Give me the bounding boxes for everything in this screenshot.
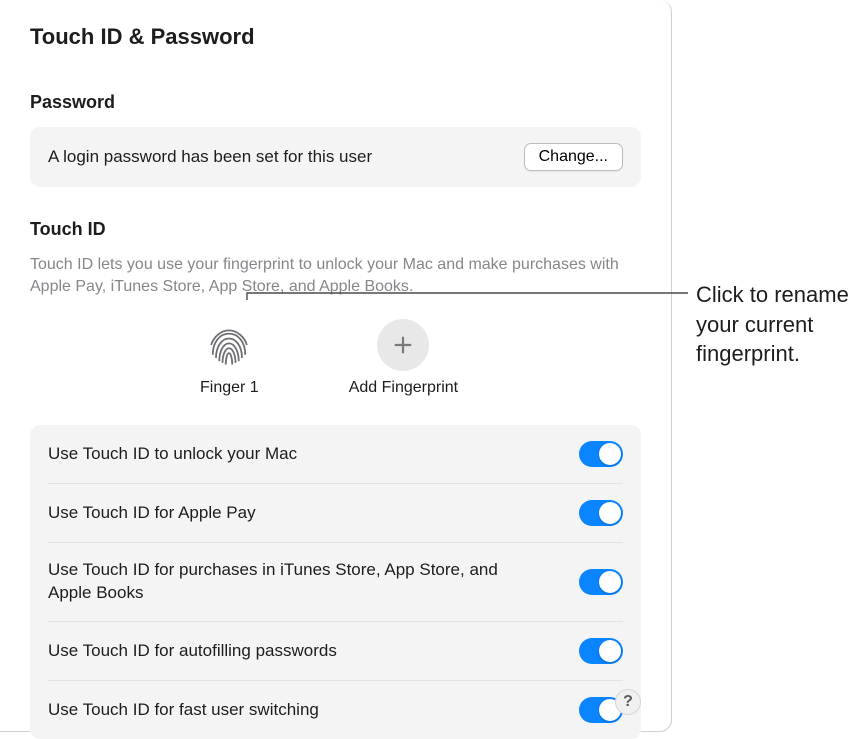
password-status-text: A login password has been set for this u…: [48, 147, 372, 167]
option-label: Use Touch ID for autofilling passwords: [48, 640, 337, 663]
settings-panel: Touch ID & Password Password A login pas…: [0, 0, 672, 732]
touchid-options-card: Use Touch ID to unlock your Mac Use Touc…: [30, 425, 641, 739]
help-button[interactable]: ?: [615, 689, 641, 715]
toggle-apple-pay[interactable]: [579, 500, 623, 526]
change-password-button[interactable]: Change...: [524, 143, 623, 171]
option-label: Use Touch ID to unlock your Mac: [48, 443, 297, 466]
fingerprint-icon: [203, 319, 255, 371]
option-user-switching: Use Touch ID for fast user switching: [48, 681, 623, 739]
password-card: A login password has been set for this u…: [30, 127, 641, 187]
password-heading: Password: [30, 92, 641, 113]
finger-1-label: Finger 1: [200, 379, 259, 397]
option-purchases: Use Touch ID for purchases in iTunes Sto…: [48, 543, 623, 622]
touchid-heading: Touch ID: [30, 219, 641, 240]
option-unlock-mac: Use Touch ID to unlock your Mac: [48, 425, 623, 484]
plus-icon: [377, 319, 429, 371]
add-fingerprint-label: Add Fingerprint: [349, 379, 458, 397]
option-label: Use Touch ID for fast user switching: [48, 699, 319, 722]
callout-text: Click to rename your current fingerprint…: [696, 280, 856, 369]
fingerprint-row: Finger 1 Add Fingerprint: [30, 319, 641, 397]
touchid-description: Touch ID lets you use your fingerprint t…: [30, 254, 641, 297]
finger-1-item[interactable]: Finger 1: [200, 319, 259, 397]
page-title: Touch ID & Password: [30, 24, 641, 50]
toggle-autofill[interactable]: [579, 638, 623, 664]
option-label: Use Touch ID for purchases in iTunes Sto…: [48, 559, 508, 605]
toggle-unlock-mac[interactable]: [579, 441, 623, 467]
toggle-purchases[interactable]: [579, 569, 623, 595]
option-apple-pay: Use Touch ID for Apple Pay: [48, 484, 623, 543]
option-label: Use Touch ID for Apple Pay: [48, 502, 256, 525]
add-fingerprint-item[interactable]: Add Fingerprint: [349, 319, 458, 397]
option-autofill: Use Touch ID for autofilling passwords: [48, 622, 623, 681]
